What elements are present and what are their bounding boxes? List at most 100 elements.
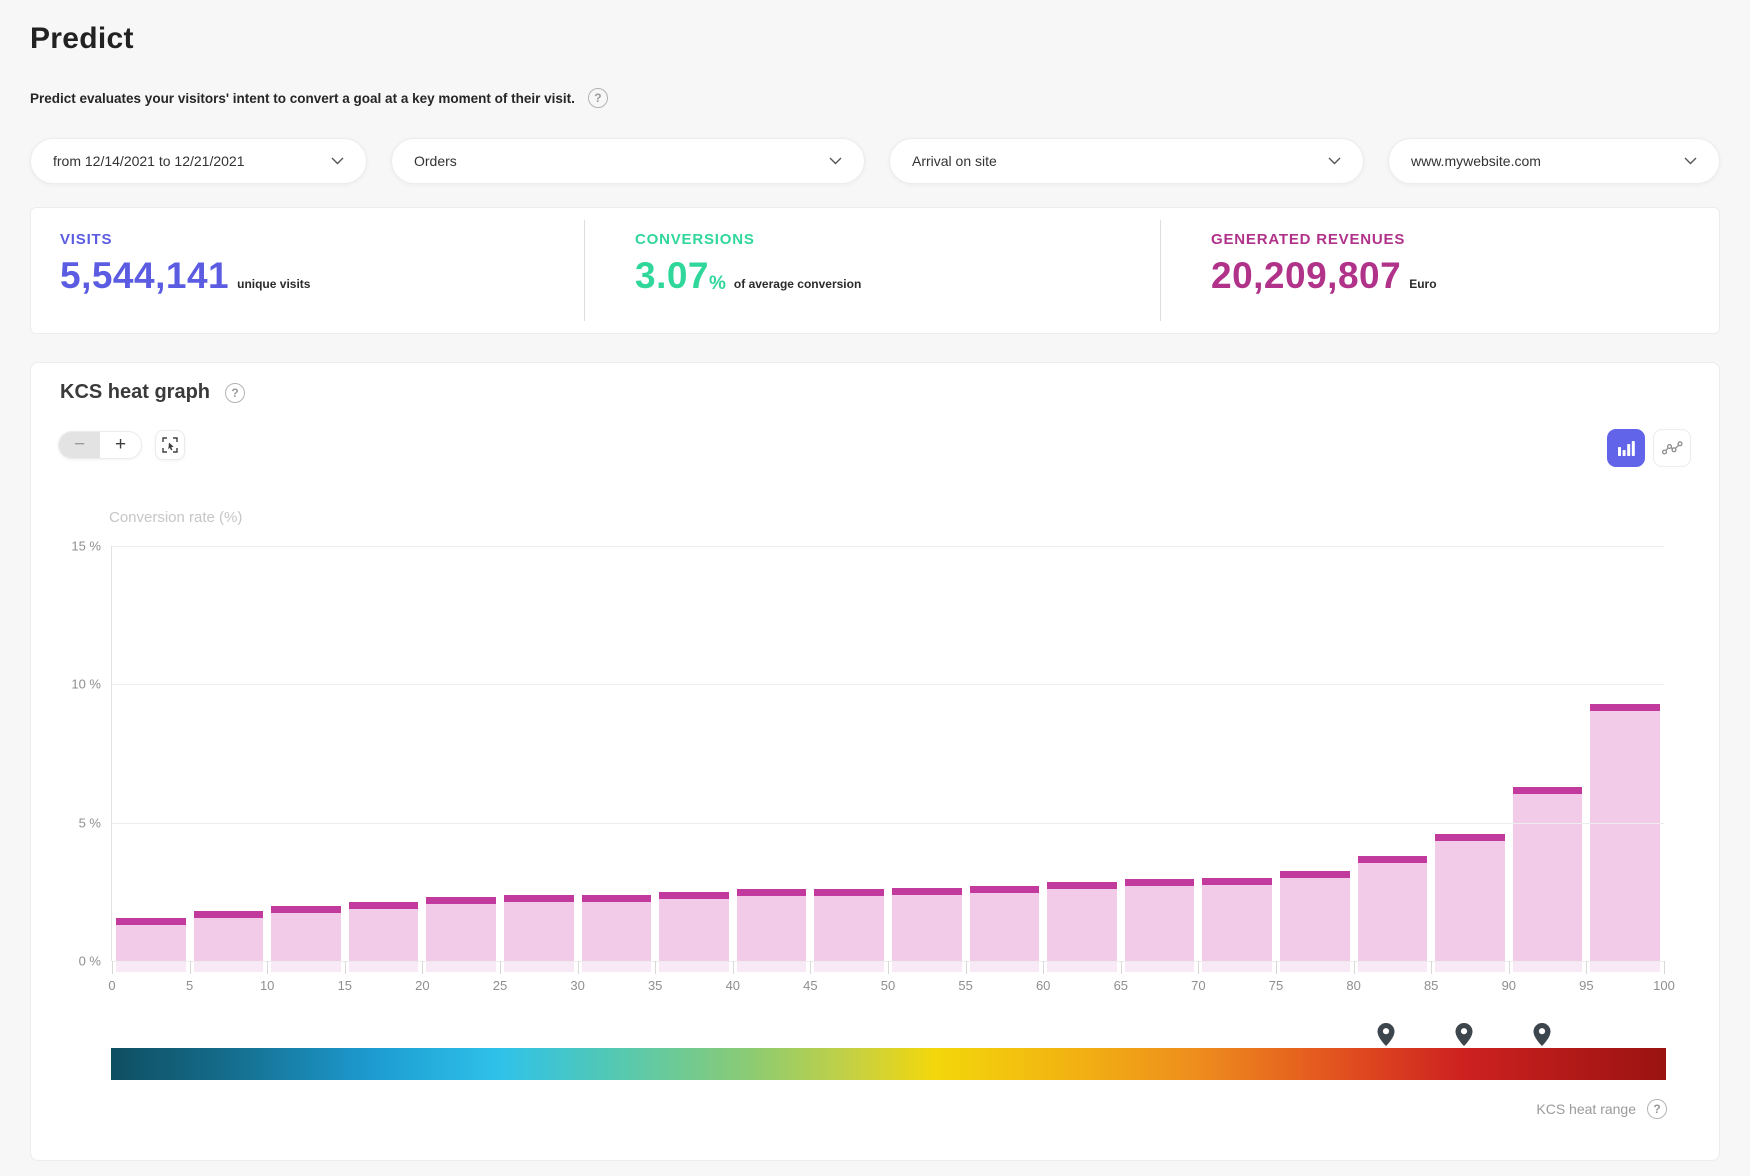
- bar-kcs-35[interactable]: [659, 892, 729, 961]
- bar-slot: [422, 546, 500, 961]
- conversions-label: CONVERSIONS: [635, 231, 1160, 248]
- map-pin-icon[interactable]: [1533, 1023, 1550, 1046]
- bar-tail: [426, 961, 496, 972]
- fullscreen-button[interactable]: [155, 430, 185, 460]
- bar-tail: [582, 961, 652, 972]
- help-icon[interactable]: ?: [225, 383, 245, 403]
- bar-kcs-50[interactable]: [892, 888, 962, 961]
- site-dropdown[interactable]: www.mywebsite.com: [1388, 138, 1720, 184]
- x-tick-label: 20: [415, 978, 429, 993]
- bar-kcs-30[interactable]: [582, 895, 652, 961]
- x-tick-mark: [1043, 961, 1044, 974]
- bar-kcs-0[interactable]: [116, 918, 186, 961]
- x-tick-label: 60: [1036, 978, 1050, 993]
- date-range-dropdown[interactable]: from 12/14/2021 to 12/21/2021: [30, 138, 367, 184]
- bar-kcs-55[interactable]: [970, 886, 1040, 961]
- x-tick-label: 65: [1114, 978, 1128, 993]
- bar-kcs-5[interactable]: [194, 911, 264, 961]
- bar-kcs-75[interactable]: [1280, 871, 1350, 961]
- line-view-toggle[interactable]: [1653, 429, 1691, 467]
- bar-tail: [970, 961, 1040, 972]
- zoom-in-button[interactable]: +: [100, 432, 141, 458]
- x-tick-mark: [1354, 961, 1355, 974]
- bar-tail: [271, 961, 341, 972]
- help-icon[interactable]: ?: [588, 88, 608, 108]
- x-tick-label: 25: [493, 978, 507, 993]
- kcs-heat-graph-card: KCS heat graph ? − +: [30, 362, 1720, 1161]
- goal-dropdown[interactable]: Orders: [391, 138, 865, 184]
- bars-layer: [112, 546, 1664, 961]
- bar-kcs-25[interactable]: [504, 895, 574, 961]
- bar-slot: [578, 546, 656, 961]
- date-range-value: from 12/14/2021 to 12/21/2021: [53, 153, 244, 169]
- predict-page: Predict Predict evaluates your visitors'…: [0, 0, 1750, 1161]
- moment-dropdown[interactable]: Arrival on site: [889, 138, 1364, 184]
- kcs-heat-gradient: [111, 1048, 1666, 1080]
- x-tick-label: 35: [648, 978, 662, 993]
- page-title: Predict: [30, 22, 1720, 56]
- x-tick-label: 0: [108, 978, 115, 993]
- x-tick-mark: [733, 961, 734, 974]
- bar-tail: [659, 961, 729, 972]
- bar-kcs-80[interactable]: [1358, 856, 1428, 961]
- help-icon[interactable]: ?: [1647, 1099, 1667, 1119]
- bar-slot: [1586, 546, 1664, 961]
- bar-kcs-40[interactable]: [737, 889, 807, 961]
- bar-slot: [1043, 546, 1121, 961]
- bar-kcs-85[interactable]: [1435, 834, 1505, 961]
- x-tick-label: 45: [803, 978, 817, 993]
- bar-view-toggle[interactable]: [1607, 429, 1645, 467]
- fullscreen-icon: [162, 437, 178, 453]
- conversions-percent-sign: %: [709, 273, 726, 295]
- bar-tail: [504, 961, 574, 972]
- chevron-down-icon: [1684, 157, 1697, 165]
- x-tick-mark: [1586, 961, 1587, 974]
- x-tick-label: 70: [1191, 978, 1205, 993]
- bar-slot: [1354, 546, 1432, 961]
- visits-stat: VISITS 5,544,141 unique visits: [31, 208, 584, 333]
- bar-tail: [1513, 961, 1583, 972]
- map-pin-icon[interactable]: [1378, 1023, 1395, 1046]
- zoom-out-button[interactable]: −: [59, 432, 100, 458]
- conversion-rate-plot: 15 %10 %5 %0 %05101520253035404550556065…: [111, 546, 1664, 961]
- heat-graph-title: KCS heat graph: [60, 381, 210, 404]
- bar-kcs-45[interactable]: [814, 889, 884, 961]
- bar-slot: [1431, 546, 1509, 961]
- x-tick-mark: [1198, 961, 1199, 974]
- bar-kcs-15[interactable]: [349, 902, 419, 961]
- revenues-label: GENERATED REVENUES: [1211, 231, 1719, 248]
- x-tick-mark: [500, 961, 501, 974]
- bar-kcs-10[interactable]: [271, 906, 341, 961]
- bar-kcs-65[interactable]: [1125, 879, 1195, 961]
- x-tick-mark: [190, 961, 191, 974]
- x-tick-mark: [655, 961, 656, 974]
- bar-tail: [737, 961, 807, 972]
- gridline: [112, 684, 1664, 685]
- bar-slot: [1198, 546, 1276, 961]
- bar-kcs-20[interactable]: [426, 897, 496, 961]
- bar-tail: [1202, 961, 1272, 972]
- zoom-controls: − +: [58, 430, 185, 460]
- bar-tail: [892, 961, 962, 972]
- bar-kcs-60[interactable]: [1047, 882, 1117, 961]
- bar-slot: [810, 546, 888, 961]
- bar-slot: [1276, 546, 1354, 961]
- bar-tail: [1280, 961, 1350, 972]
- x-tick-mark: [578, 961, 579, 974]
- x-tick-mark: [422, 961, 423, 974]
- bar-slot: [966, 546, 1044, 961]
- x-tick-label: 95: [1579, 978, 1593, 993]
- x-tick-mark: [1431, 961, 1432, 974]
- revenues-value: 20,209,807: [1211, 257, 1401, 294]
- bar-kcs-95[interactable]: [1590, 704, 1660, 961]
- x-tick-label: 5: [186, 978, 193, 993]
- bar-slot: [655, 546, 733, 961]
- site-value: www.mywebsite.com: [1411, 153, 1541, 169]
- x-tick-label: 75: [1269, 978, 1283, 993]
- bar-kcs-90[interactable]: [1513, 787, 1583, 961]
- filter-bar: from 12/14/2021 to 12/21/2021 Orders Arr…: [30, 138, 1720, 184]
- map-pin-icon[interactable]: [1455, 1023, 1472, 1046]
- chevron-down-icon: [1328, 157, 1341, 165]
- bar-tail: [1358, 961, 1428, 972]
- bar-kcs-70[interactable]: [1202, 878, 1272, 961]
